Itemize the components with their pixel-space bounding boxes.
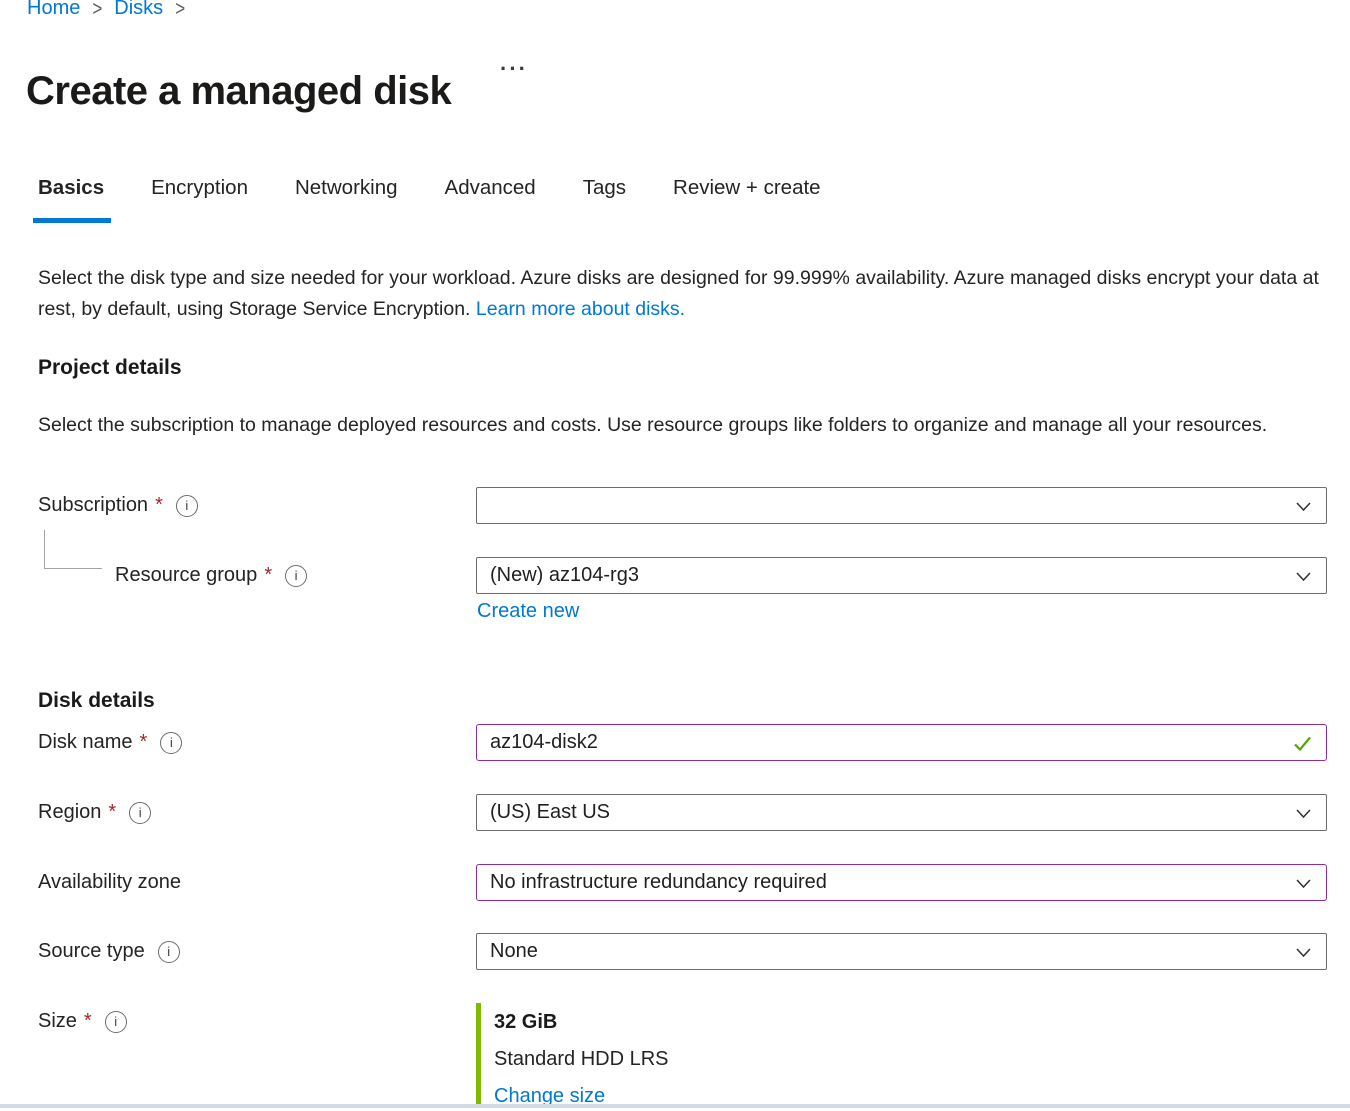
info-icon[interactable]: i (105, 1011, 127, 1033)
resource-group-dropdown[interactable]: (New) az104-rg3 (476, 557, 1327, 594)
intro-text: Select the disk type and size needed for… (38, 263, 1330, 326)
chevron-down-icon (1294, 497, 1313, 515)
disk-name-label: Disk name * i (38, 724, 182, 761)
region-value: (US) East US (490, 801, 610, 824)
chevron-down-icon (1294, 567, 1313, 585)
breadcrumb: Home > Disks > (27, 0, 197, 20)
subscription-dropdown[interactable] (476, 487, 1327, 524)
resource-group-value: (New) az104-rg3 (490, 564, 639, 587)
info-icon[interactable]: i (285, 565, 307, 587)
subscription-label-text: Subscription (38, 494, 148, 517)
chevron-down-icon (1294, 943, 1313, 961)
required-asterisk: * (155, 494, 163, 517)
create-managed-disk-page: Home > Disks > Create a managed disk ···… (0, 0, 1350, 1111)
disk-name-input-wrapper (476, 724, 1327, 761)
availability-zone-label: Availability zone (38, 864, 181, 901)
tab-review-create[interactable]: Review + create (673, 176, 821, 214)
size-summary: 32 GiB Standard HDD LRS Change size (476, 1003, 976, 1104)
region-row: Region * i (US) East US (0, 794, 1350, 831)
info-icon[interactable]: i (160, 732, 182, 754)
tab-networking[interactable]: Networking (295, 176, 398, 214)
breadcrumb-separator-icon: > (92, 0, 102, 21)
disk-name-input[interactable] (490, 731, 1282, 754)
info-icon[interactable]: i (176, 495, 198, 517)
size-label-text: Size (38, 1010, 77, 1033)
subscription-label: Subscription * i (38, 487, 198, 524)
disk-name-row: Disk name * i (0, 724, 1350, 761)
availability-zone-dropdown[interactable]: No infrastructure redundancy required (476, 864, 1327, 901)
breadcrumb-link-home[interactable]: Home (27, 0, 80, 20)
size-label: Size * i (38, 1003, 127, 1040)
breadcrumb-link-disks[interactable]: Disks (114, 0, 163, 20)
project-details-heading: Project details (38, 356, 182, 380)
required-asterisk: * (139, 731, 147, 754)
tab-encryption[interactable]: Encryption (151, 176, 248, 214)
bottom-divider (0, 1104, 1350, 1108)
resource-group-row: Resource group * i (New) az104-rg3 (0, 557, 1350, 594)
size-value: 32 GiB (494, 1008, 976, 1036)
availability-zone-value: No infrastructure redundancy required (490, 871, 827, 894)
availability-zone-label-text: Availability zone (38, 871, 181, 894)
tab-tags[interactable]: Tags (583, 176, 626, 214)
region-label: Region * i (38, 794, 151, 831)
chevron-down-icon (1294, 874, 1313, 892)
info-icon[interactable]: i (129, 802, 151, 824)
resource-group-label: Resource group * i (115, 557, 307, 594)
project-details-description: Select the subscription to manage deploy… (38, 410, 1318, 442)
valid-checkmark-icon (1291, 731, 1314, 754)
disk-details-heading: Disk details (38, 689, 155, 713)
source-type-row: Source type i None (0, 933, 1350, 970)
size-sku: Standard HDD LRS (494, 1045, 976, 1073)
tab-advanced[interactable]: Advanced (445, 176, 536, 214)
source-type-label-text: Source type (38, 940, 145, 963)
tab-bar: Basics Encryption Networking Advanced Ta… (38, 176, 821, 214)
subscription-row: Subscription * i (0, 487, 1350, 524)
source-type-value: None (490, 940, 538, 963)
create-new-link[interactable]: Create new (477, 600, 579, 623)
region-label-text: Region (38, 801, 101, 824)
region-dropdown[interactable]: (US) East US (476, 794, 1327, 831)
source-type-dropdown[interactable]: None (476, 933, 1327, 970)
more-options-button[interactable]: ··· (500, 56, 528, 82)
chevron-down-icon (1294, 804, 1313, 822)
info-icon[interactable]: i (158, 941, 180, 963)
resource-group-label-text: Resource group (115, 564, 257, 587)
required-asterisk: * (108, 801, 116, 824)
disk-name-label-text: Disk name (38, 731, 132, 754)
page-title: Create a managed disk (26, 69, 451, 114)
required-asterisk: * (84, 1010, 92, 1033)
required-asterisk: * (264, 564, 272, 587)
learn-more-link[interactable]: Learn more about disks. (476, 298, 685, 320)
tab-basics[interactable]: Basics (38, 176, 104, 214)
source-type-label: Source type i (38, 933, 180, 970)
availability-zone-row: Availability zone No infrastructure redu… (0, 864, 1350, 901)
breadcrumb-separator-icon: > (175, 0, 185, 21)
